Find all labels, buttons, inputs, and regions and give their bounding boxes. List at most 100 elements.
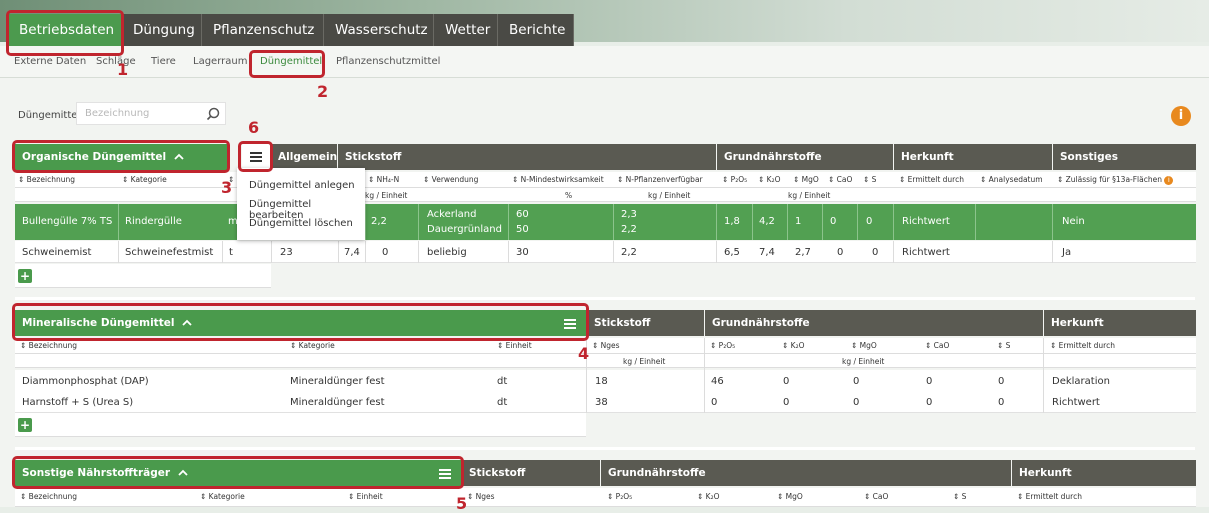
col-mgo[interactable]: ⇕ MgO	[777, 492, 803, 501]
col-cao[interactable]: ⇕ CaO	[864, 492, 888, 501]
cell-s: 0	[998, 397, 1005, 408]
info-icon[interactable]: i	[1171, 106, 1191, 126]
cell-kategorie: Rindergülle	[125, 216, 182, 227]
other-group-grundnaehrstoffe: Grundnährstoffe	[601, 460, 1011, 486]
col-nh4n[interactable]: ⇕ NH₄-N	[368, 175, 399, 184]
actions-menu: Düngemittel anlegen Düngemittel bearbeit…	[237, 168, 365, 240]
col-mgo[interactable]: ⇕ MgO	[851, 341, 877, 350]
group-label: Grundnährstoffe	[608, 467, 706, 479]
col-einheit[interactable]: ⇕ Einheit	[348, 492, 383, 501]
add-organic-button[interactable]: +	[18, 269, 32, 283]
col-p2o5[interactable]: ⇕ P₂O₅	[607, 492, 632, 501]
cell-bezeichnung: Harnstoff + S (Urea S)	[22, 397, 134, 408]
column-divider	[893, 241, 894, 263]
cell-ermittelt: Richtwert	[1052, 397, 1100, 408]
cell-ermittelt: Richtwert	[902, 247, 950, 258]
subtab-tiere[interactable]: Tiere	[151, 56, 176, 67]
col-kategorie[interactable]: ⇕ Kategorie	[200, 492, 245, 501]
subtab-lagerraum[interactable]: Lagerraum	[193, 56, 247, 67]
cell-p2o5: 6,5	[724, 247, 740, 258]
cell-n-mindest-1: 60	[516, 209, 529, 220]
col-zulaessig[interactable]: ⇕ Zulässig für §13a-Flächen i	[1057, 175, 1174, 185]
tab-wasserschutz[interactable]: Wasserschutz	[324, 14, 434, 46]
col-s[interactable]: ⇕ S	[997, 341, 1010, 350]
cell-n-pflanz-1: 2,3	[621, 209, 637, 220]
organic-add-row	[15, 264, 271, 288]
info-small-icon[interactable]: i	[1164, 175, 1174, 185]
col-p2o5[interactable]: ⇕ P₂O₅	[722, 175, 747, 184]
col-s[interactable]: ⇕ S	[863, 175, 876, 184]
subtab-pflanzenschutzmittel[interactable]: Pflanzenschutzmittel	[336, 56, 440, 67]
column-divider	[975, 204, 976, 240]
column-divider	[1052, 204, 1053, 240]
column-divider	[787, 204, 788, 240]
cell-n-pflanz-2: 2,2	[621, 224, 637, 235]
search-label: Düngemittel	[18, 110, 81, 121]
col-kategorie[interactable]: ⇕ Kategorie	[290, 341, 335, 350]
tab-duengung[interactable]: Düngung	[122, 14, 202, 46]
tab-pflanzenschutz[interactable]: Pflanzenschutz	[202, 14, 324, 46]
add-mineral-button[interactable]: +	[18, 418, 32, 432]
col-n-mindestwirksamkeit[interactable]: ⇕ N-Mindestwirksamkeit	[512, 175, 604, 184]
column-divider	[222, 241, 223, 263]
cell-nh4n: 2,2	[371, 216, 387, 227]
cell-cao: 0	[926, 376, 933, 387]
col-nges[interactable]: ⇕ Nges	[467, 492, 495, 501]
column-divider	[508, 204, 509, 240]
column-divider	[418, 241, 419, 263]
group-label: Allgemein	[278, 151, 338, 163]
subtab-schlaege[interactable]: Schläge	[96, 56, 136, 67]
col-s[interactable]: ⇕ S	[953, 492, 966, 501]
organic-group-sonstiges: Sonstiges	[1053, 144, 1196, 170]
col-einheit[interactable]: ⇕ Einheit	[497, 341, 532, 350]
annotation-box-2	[249, 50, 325, 78]
cell-k2o: 0	[783, 376, 790, 387]
group-label: Sonstiges	[1060, 151, 1119, 163]
annotation-box-menu	[238, 141, 273, 172]
col-bezeichnung[interactable]: ⇕ Bezeichnung	[20, 492, 77, 501]
subtab-externe-daten[interactable]: Externe Daten	[14, 56, 86, 67]
col-bezeichnung[interactable]: ⇕ Bezeichnung	[18, 175, 75, 184]
col-k2o[interactable]: ⇕ K₂O	[758, 175, 781, 184]
menu-item-anlegen[interactable]: Düngemittel anlegen	[249, 180, 355, 191]
col-kategorie[interactable]: ⇕ Kategorie	[122, 175, 167, 184]
col-k2o[interactable]: ⇕ K₂O	[782, 341, 805, 350]
cell-k2o: 7,4	[759, 247, 775, 258]
search-box	[76, 102, 226, 125]
col-bezeichnung[interactable]: ⇕ Bezeichnung	[20, 341, 77, 350]
cell-nges: 38	[595, 397, 608, 408]
col-analysedatum[interactable]: ⇕ Analysedatum	[980, 175, 1043, 184]
col-ermittelt-durch[interactable]: ⇕ Ermittelt durch	[1017, 492, 1082, 501]
col-verwendung[interactable]: ⇕ Verwendung	[423, 175, 478, 184]
column-divider	[822, 204, 823, 240]
organic-group-stickstoff: Stickstoff	[338, 144, 716, 170]
cell-s: 0	[872, 247, 879, 258]
column-divider	[271, 241, 272, 263]
col-n-pflanzenverfuegbar[interactable]: ⇕ N-Pflanzenverfügbar	[617, 175, 703, 184]
group-label: Herkunft	[1051, 317, 1104, 329]
column-divider	[704, 338, 705, 413]
col-cao[interactable]: ⇕ CaO	[925, 341, 949, 350]
col-ermittelt-durch[interactable]: ⇕ Ermittelt durch	[1050, 341, 1115, 350]
col-cao[interactable]: ⇕ CaO	[828, 175, 852, 184]
col-p2o5[interactable]: ⇕ P₂O₅	[710, 341, 735, 350]
tab-berichte[interactable]: Berichte	[498, 14, 574, 46]
tab-wetter[interactable]: Wetter	[434, 14, 498, 46]
column-divider	[613, 241, 614, 263]
col-ermittelt-durch[interactable]: ⇕ Ermittelt durch	[899, 175, 964, 184]
menu-item-loeschen[interactable]: Düngemittel löschen	[249, 218, 353, 229]
table-row-selected[interactable]	[15, 204, 1196, 240]
annotation-number-3: 3	[221, 178, 233, 197]
col-k2o[interactable]: ⇕ K₂O	[697, 492, 720, 501]
mineral-add-row	[15, 413, 586, 437]
col-nges[interactable]: ⇕ Nges	[592, 341, 620, 350]
cell-allgemein: 23	[280, 247, 293, 258]
search-input[interactable]	[77, 103, 201, 124]
cell-cao: 0	[926, 397, 933, 408]
annotation-number-2: 2	[317, 82, 329, 101]
mineral-unit-row	[15, 354, 1196, 368]
cell-kategorie: Mineraldünger fest	[290, 376, 385, 387]
col-mgo[interactable]: ⇕ MgO	[793, 175, 819, 184]
group-label: Grundnährstoffe	[724, 151, 822, 163]
search-icon[interactable]	[205, 106, 221, 122]
